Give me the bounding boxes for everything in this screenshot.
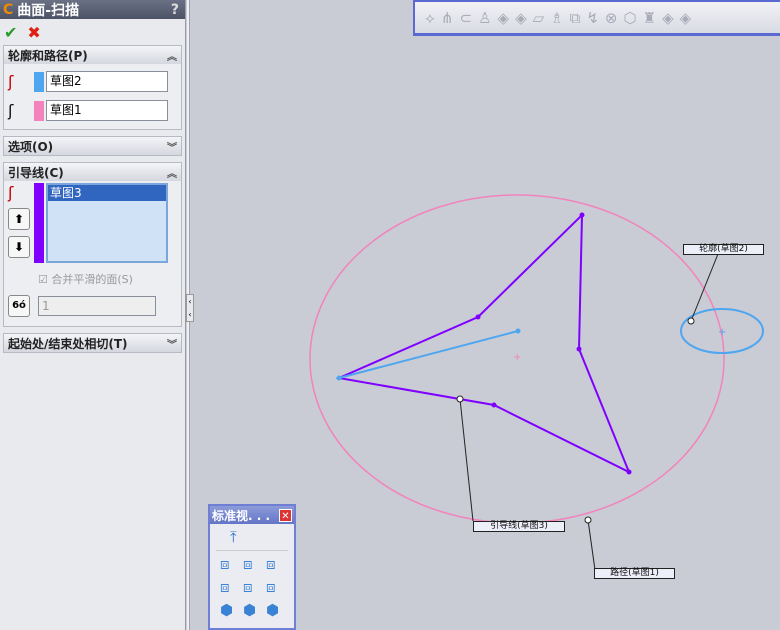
merge-faces-label: 合并平滑的面(S) bbox=[51, 273, 133, 286]
section-title: 起始处/结束处相切(T) bbox=[8, 336, 128, 351]
section-header-tangency[interactable]: 起始处/结束处相切(T) ︾ bbox=[4, 334, 181, 352]
guide-color-swatch bbox=[34, 183, 44, 263]
back-view-icon[interactable]: ⧈ bbox=[243, 555, 261, 573]
close-button[interactable]: ✕ bbox=[279, 508, 292, 522]
section-header-guides[interactable]: 引导线(C) ︽ bbox=[4, 163, 181, 181]
trimetric-view-icon[interactable]: ⬢ bbox=[243, 601, 261, 619]
section-header-profile-path[interactable]: 轮廓和路径(P) ︽ bbox=[4, 46, 181, 64]
left-view-icon[interactable]: ⧈ bbox=[266, 555, 284, 573]
svg-text:+: + bbox=[718, 327, 726, 338]
right-view-icon[interactable]: ⧈ bbox=[220, 578, 238, 596]
isometric-view-icon[interactable]: ⬢ bbox=[220, 601, 238, 619]
profile-field[interactable]: 草图2 bbox=[46, 71, 168, 92]
section-guides: 引导线(C) ︽ ʃ ⬆ ⬇ 草图3 ☑ 合并平滑的面(S) 6ó 1 bbox=[3, 162, 182, 327]
section-options: 选项(O) ︾ bbox=[3, 136, 182, 156]
top-view-icon[interactable]: ⧈ bbox=[243, 578, 261, 596]
section-title: 选项(O) bbox=[8, 139, 54, 154]
cancel-button[interactable]: ✖ bbox=[27, 23, 40, 42]
guide-curve[interactable] bbox=[335, 212, 631, 475]
dimetric-view-icon[interactable]: ⬢ bbox=[266, 601, 284, 619]
expand-icon[interactable]: ︾ bbox=[167, 139, 177, 154]
origin-marker: + bbox=[513, 352, 521, 363]
section-tangency: 起始处/结束处相切(T) ︾ bbox=[3, 333, 182, 353]
section-spinner[interactable]: 1 bbox=[38, 295, 156, 316]
callout-guide[interactable]: 引导线(草图3) bbox=[473, 521, 565, 532]
merge-faces-checkbox[interactable]: ☑ 合并平滑的面(S) bbox=[4, 265, 181, 287]
panel-title-bar: C 曲面-扫描? bbox=[0, 0, 185, 19]
checkbox-icon: ☑ bbox=[38, 273, 48, 286]
sweep-surface-icon: C bbox=[3, 1, 14, 18]
collapse-icon[interactable]: ︽ bbox=[167, 48, 177, 63]
profile-icon: ʃ bbox=[8, 72, 14, 91]
popup-title: 标准视. . . bbox=[212, 508, 271, 523]
show-sections-button[interactable]: 6ó bbox=[8, 294, 30, 317]
section-title: 引导线(C) bbox=[8, 165, 64, 180]
callout-path[interactable]: 路径(草图1) bbox=[594, 568, 675, 579]
ok-button[interactable]: ✔ bbox=[4, 23, 17, 42]
move-up-button[interactable]: ⬆ bbox=[8, 208, 30, 230]
property-manager: C 曲面-扫描? ✔ ✖ 轮廓和路径(P) ︽ ʃ 草图2 ʃ 草图1 选项(O) ︾ 引导… bbox=[0, 0, 186, 630]
expand-icon[interactable]: ︾ bbox=[167, 336, 177, 351]
move-down-button[interactable]: ⬇ bbox=[8, 236, 30, 258]
path-color-swatch bbox=[34, 100, 44, 121]
collapse-icon[interactable]: ︽ bbox=[167, 165, 177, 180]
path-field[interactable]: 草图1 bbox=[46, 100, 168, 121]
profile-color-swatch bbox=[34, 71, 44, 92]
guide-curve-icon: ʃ bbox=[8, 183, 14, 202]
panel-title: 曲面-扫描 bbox=[17, 2, 80, 19]
help-button[interactable]: ? bbox=[171, 2, 179, 18]
normal-to-view-icon[interactable]: ⤒ bbox=[216, 524, 288, 551]
standard-views-popup: 标准视. . . ✕ ⤒ ⧈ ⧈ ⧈ ⧈ ⧈ ⧈ ⬢ ⬢ ⬢ bbox=[208, 504, 296, 630]
path-icon: ʃ bbox=[8, 101, 14, 120]
callout-profile[interactable]: 轮廓(草图2) bbox=[683, 244, 764, 255]
list-item[interactable]: 草图3 bbox=[48, 185, 166, 201]
guide-curves-list[interactable]: 草图3 bbox=[46, 183, 168, 263]
bottom-view-icon[interactable]: ⧈ bbox=[266, 578, 284, 596]
front-view-icon[interactable]: ⧈ bbox=[220, 555, 238, 573]
section-header-options[interactable]: 选项(O) ︾ bbox=[4, 137, 181, 155]
section-title: 轮廓和路径(P) bbox=[8, 48, 88, 63]
section-profile-path: 轮廓和路径(P) ︽ ʃ 草图2 ʃ 草图1 bbox=[3, 45, 182, 130]
